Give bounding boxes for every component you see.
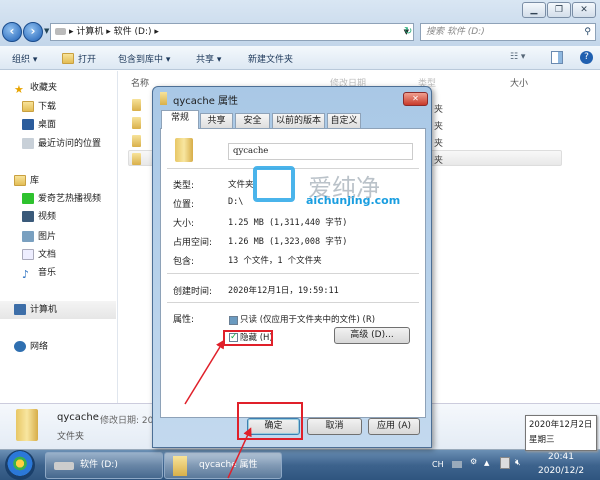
arrow-to-hidden xyxy=(184,339,225,405)
annotation-arrows xyxy=(184,339,252,479)
arrow-to-ok xyxy=(227,427,252,479)
tab-general[interactable]: 常规 xyxy=(161,110,199,129)
